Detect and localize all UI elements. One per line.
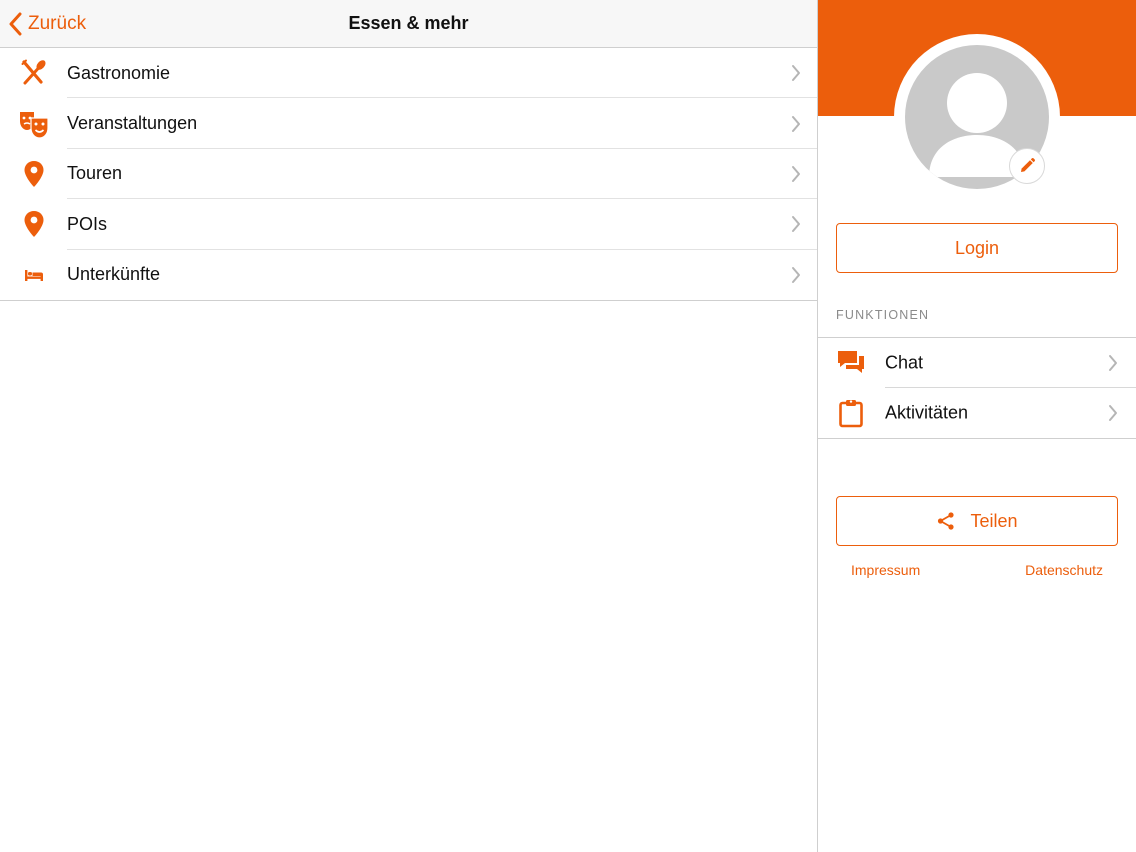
edit-avatar-button[interactable] <box>1009 148 1045 184</box>
navigation-bar: Zurück Essen & mehr <box>0 0 817 48</box>
functions-section-header: FUNKTIONEN <box>836 308 930 322</box>
chat-bubbles-icon <box>836 348 866 378</box>
list-item-veranstaltungen[interactable]: Veranstaltungen <box>0 98 817 149</box>
category-list: Gastronomie Veranstaltungen Touren POIs … <box>0 48 817 301</box>
login-button[interactable]: Login <box>836 223 1118 273</box>
cutlery-icon <box>18 57 50 89</box>
pencil-icon <box>1021 157 1036 172</box>
chevron-right-icon <box>792 216 800 233</box>
list-item-pois[interactable]: POIs <box>0 199 817 250</box>
datenschutz-link[interactable]: Datenschutz <box>1025 562 1103 578</box>
impressum-link[interactable]: Impressum <box>851 562 920 578</box>
bed-icon <box>18 259 50 291</box>
map-pin-icon <box>18 158 50 190</box>
function-item-chat[interactable]: Chat <box>818 338 1136 388</box>
functions-list: Chat Aktivitäten <box>818 337 1136 439</box>
share-label: Teilen <box>970 510 1018 531</box>
list-item-gastronomie[interactable]: Gastronomie <box>0 48 817 99</box>
share-icon <box>938 512 955 530</box>
clipboard-icon <box>836 398 866 428</box>
list-item-label: Veranstaltungen <box>67 113 198 134</box>
chevron-right-icon <box>1109 355 1117 371</box>
list-item-label: Touren <box>67 163 123 184</box>
map-pin-icon <box>18 208 50 240</box>
list-item-label: Gastronomie <box>67 62 171 83</box>
function-item-label: Aktivitäten <box>885 402 969 423</box>
function-item-label: Chat <box>885 352 924 373</box>
chevron-right-icon <box>1109 405 1117 421</box>
list-item-label: POIs <box>67 213 108 234</box>
share-button[interactable]: Teilen <box>836 496 1118 546</box>
list-item-unterkuenfte[interactable]: Unterkünfte <box>0 250 817 300</box>
chevron-right-icon <box>792 165 800 182</box>
chevron-right-icon <box>792 115 800 132</box>
page-title: Essen & mehr <box>348 13 469 33</box>
chevron-right-icon <box>792 266 800 283</box>
theater-masks-icon <box>18 108 50 140</box>
list-item-label: Unterkünfte <box>67 264 161 285</box>
profile-sidebar: Login FUNKTIONEN Chat Aktivitäten Teilen… <box>818 0 1136 852</box>
list-item-touren[interactable]: Touren <box>0 149 817 200</box>
chevron-right-icon <box>792 65 800 82</box>
function-item-aktivitaeten[interactable]: Aktivitäten <box>818 388 1136 438</box>
main-pane: Zurück Essen & mehr Gastronomie Veransta… <box>0 0 817 852</box>
